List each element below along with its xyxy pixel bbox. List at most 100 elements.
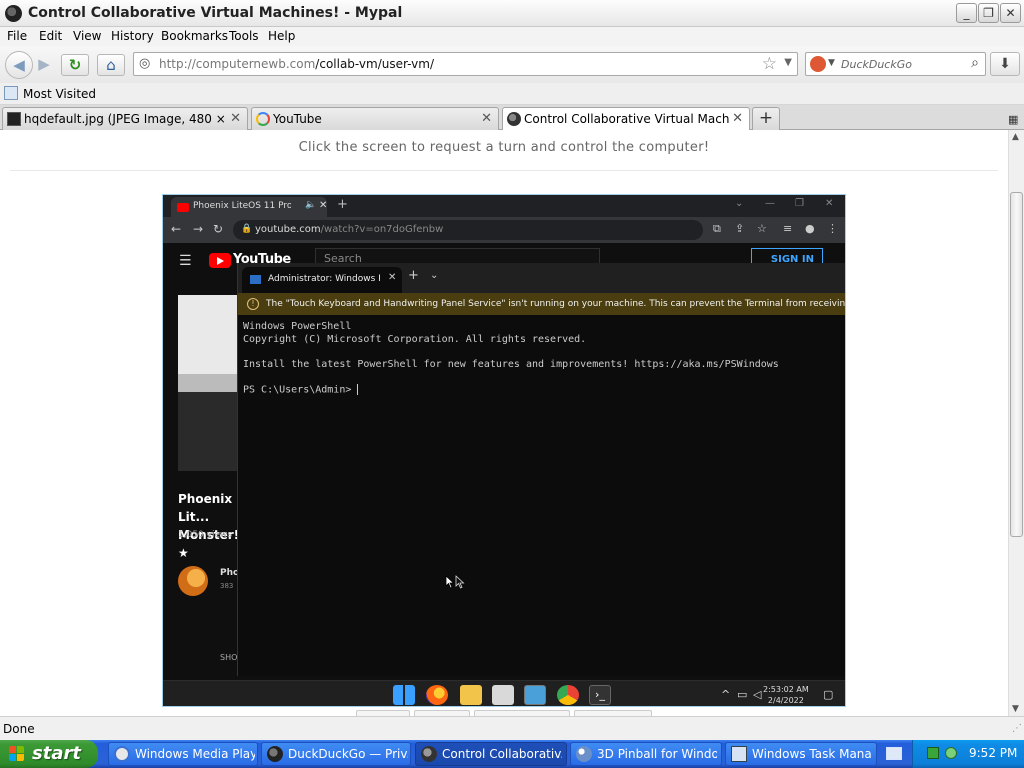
vm-windows-terminal[interactable]: Administrator: Windows PowerS ✕ + ⌄ ! Th…: [237, 263, 845, 676]
vm-media-control-icon[interactable]: ≡: [783, 222, 792, 235]
taskbar-duckduckgo[interactable]: DuckDuckGo — Priv...: [261, 742, 411, 766]
menu-edit[interactable]: Edit: [39, 29, 62, 43]
vm-menu-icon[interactable]: ⋮: [827, 222, 838, 235]
taskbar-windows-media-player[interactable]: Windows Media Player: [108, 742, 258, 766]
menu-file[interactable]: File: [7, 29, 27, 43]
system-clock[interactable]: 9:52 PM: [969, 746, 1017, 760]
vm-tab-search-icon[interactable]: ⌄: [735, 198, 743, 209]
firefox-icon[interactable]: [426, 685, 448, 705]
downloads-button[interactable]: ⬇: [990, 52, 1020, 76]
vm-close-icon[interactable]: ✕: [825, 198, 833, 209]
site-identity-icon[interactable]: ◎: [139, 56, 155, 72]
image-tab-icon: [7, 112, 21, 126]
vm-forward-icon[interactable]: →: [193, 222, 203, 236]
tab-close-icon[interactable]: ✕: [481, 111, 492, 126]
vm-share-icon[interactable]: ⇪: [735, 222, 744, 235]
page-scrollbar[interactable]: ▲ ▼: [1008, 130, 1024, 716]
restore-button[interactable]: ❐: [978, 3, 999, 23]
channel-avatar[interactable]: [178, 566, 208, 596]
vm-omnibox[interactable]: 🔒 youtube.com/watch?v=on7doGfenbw: [233, 220, 703, 240]
vm-clock[interactable]: 2:53:02 AM 2/4/2022: [763, 684, 809, 706]
vm-maximize-icon[interactable]: ❐: [795, 198, 804, 209]
vm-reload-icon[interactable]: ↻: [213, 222, 223, 236]
duckduckgo-icon[interactable]: [810, 56, 826, 72]
menu-history[interactable]: History: [111, 29, 154, 43]
vm-chrome-tab[interactable]: Phoenix LiteOS 11 Pro Game 🔈 ✕: [171, 197, 327, 217]
file-explorer-icon[interactable]: [460, 685, 482, 705]
terminal-tab-bar: Administrator: Windows PowerS ✕ + ⌄: [238, 263, 845, 293]
bookmark-star-icon[interactable]: ☆: [762, 54, 777, 74]
tab-close-icon[interactable]: ✕: [732, 111, 743, 126]
terminal-tab[interactable]: Administrator: Windows PowerS ✕: [242, 267, 402, 293]
vm-back-icon[interactable]: ←: [171, 222, 181, 236]
chrome-icon[interactable]: [557, 685, 579, 705]
home-button[interactable]: ⌂: [97, 54, 125, 76]
tab-hqdefault[interactable]: hqdefault.jpg (JPEG Image, 480 × 360 pi.…: [2, 107, 248, 130]
vm-url-path: /watch?v=on7doGfenbw: [320, 224, 444, 235]
url-bar[interactable]: ◎ http://computernewb.com/collab-vm/user…: [133, 52, 798, 76]
taskbar-collabvm[interactable]: Control Collaborativ...: [415, 742, 567, 766]
back-button[interactable]: ◀: [5, 51, 33, 79]
search-placeholder[interactable]: DuckDuckGo: [841, 58, 912, 71]
volume-icon[interactable]: ◁: [753, 688, 761, 701]
start-button[interactable]: start: [0, 740, 98, 768]
windows-start-icon[interactable]: [393, 685, 415, 705]
audio-playing-icon[interactable]: 🔈: [305, 200, 316, 210]
youtube-menu-icon[interactable]: ☰: [179, 253, 192, 269]
terminal-icon[interactable]: ›_: [589, 685, 611, 705]
console-prompt: PS C:\Users\Admin>: [243, 384, 358, 395]
terminal-tab-close-icon[interactable]: ✕: [388, 272, 396, 283]
menu-help[interactable]: Help: [268, 29, 295, 43]
task-manager-icon[interactable]: [524, 685, 546, 705]
vm-bookmark-star-icon[interactable]: ☆: [757, 222, 767, 235]
new-tab-button[interactable]: +: [752, 107, 780, 130]
search-box[interactable]: ▼ DuckDuckGo ⌕: [805, 52, 986, 76]
menu-tools[interactable]: Tools: [229, 29, 259, 43]
scrollbar-thumb[interactable]: [1010, 192, 1023, 537]
notification-icon[interactable]: ▢: [823, 688, 833, 701]
terminal-console[interactable]: Windows PowerShell Copyright (C) Microsof…: [243, 321, 779, 397]
video-player[interactable]: [178, 295, 238, 471]
resize-grip-icon[interactable]: ⋰: [1012, 723, 1022, 734]
taskbar-task-manager[interactable]: Windows Task Mana...: [725, 742, 877, 766]
vm-screen[interactable]: Phoenix LiteOS 11 Pro Game 🔈 ✕ + ⌄ — ❐ ✕…: [162, 194, 846, 707]
vm-minimize-icon[interactable]: —: [765, 198, 775, 209]
url-text[interactable]: http://computernewb.com/collab-vm/user-v…: [159, 57, 434, 71]
tray-task-manager-icon[interactable]: [927, 747, 939, 759]
taskbar-pinball[interactable]: 3D Pinball for Windo...: [570, 742, 722, 766]
scroll-up-icon[interactable]: ▲: [1012, 132, 1019, 142]
close-window-button[interactable]: ✕: [1000, 3, 1021, 23]
menu-view[interactable]: View: [73, 29, 101, 43]
forward-button[interactable]: ▶: [34, 54, 54, 76]
forward-arrow-icon: ▶: [38, 55, 50, 73]
tab-youtube[interactable]: YouTube ✕: [251, 107, 499, 130]
vm-tab-close-icon[interactable]: ✕: [319, 200, 327, 211]
tab-close-icon[interactable]: ✕: [230, 111, 241, 126]
terminal-dropdown-icon[interactable]: ⌄: [430, 270, 438, 281]
vm-install-icon[interactable]: ⧉: [713, 222, 721, 236]
text-cursor: [357, 383, 359, 395]
scroll-down-icon[interactable]: ▼: [1012, 704, 1019, 714]
vm-new-tab-icon[interactable]: +: [337, 197, 348, 212]
keyboard-language-icon[interactable]: [886, 747, 902, 760]
tray-network-icon[interactable]: [945, 747, 957, 759]
menu-bookmarks[interactable]: Bookmarks: [161, 29, 228, 43]
store-icon[interactable]: [492, 685, 514, 705]
minimize-button[interactable]: _: [956, 3, 977, 23]
list-all-tabs-icon[interactable]: ▦: [1008, 113, 1018, 126]
most-visited-bookmark[interactable]: Most Visited: [23, 87, 96, 101]
youtube-logo-icon[interactable]: [209, 253, 231, 268]
search-engine-dropdown-icon[interactable]: ▼: [828, 58, 835, 68]
tab-collabvm[interactable]: Control Collaborative Virtual Machines! …: [502, 107, 750, 131]
network-icon[interactable]: ▭: [737, 688, 747, 701]
home-icon: ⌂: [106, 56, 116, 74]
show-more-link[interactable]: SHO: [220, 653, 237, 662]
reload-button[interactable]: ↻: [61, 54, 89, 76]
terminal-warning-banner: ! The "Touch Keyboard and Handwriting Pa…: [238, 293, 845, 315]
url-history-dropdown-icon[interactable]: ▼: [784, 57, 792, 68]
bookmark-folder-icon[interactable]: [4, 86, 18, 100]
vm-profile-icon[interactable]: ●: [805, 222, 815, 235]
terminal-new-tab-icon[interactable]: +: [408, 268, 419, 283]
search-icon[interactable]: ⌕: [971, 55, 979, 71]
tray-chevron-icon[interactable]: ^: [721, 688, 730, 701]
